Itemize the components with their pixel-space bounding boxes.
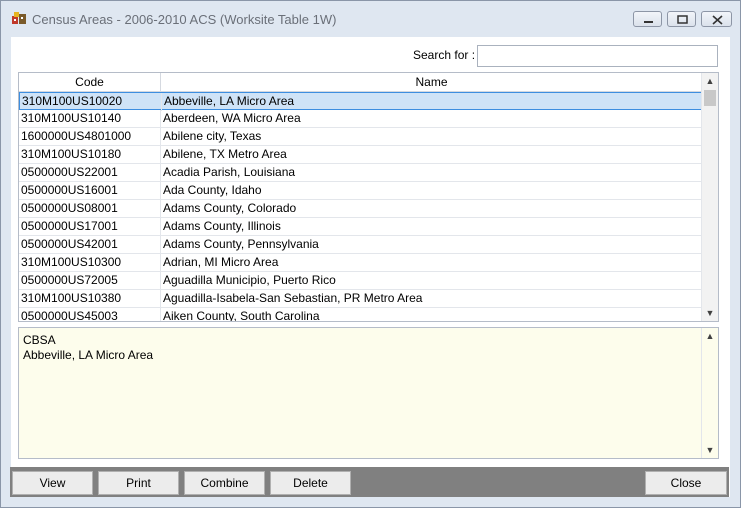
column-separator — [161, 93, 162, 111]
detail-type: CBSA — [23, 333, 56, 347]
code-cell: 310M100US10380 — [21, 291, 122, 305]
table-row[interactable]: 0500000US16001 Ada County, Idaho — [19, 182, 702, 200]
table-row[interactable]: 0500000US22001 Acadia Parish, Louisiana — [19, 164, 702, 182]
name-cell: Adams County, Illinois — [163, 219, 281, 233]
table-row[interactable]: 0500000US72005 Aguadilla Municipio, Puert… — [19, 272, 702, 290]
search-label: Search for : — [413, 48, 476, 62]
maximize-button[interactable] — [667, 11, 696, 27]
minimize-icon — [644, 21, 653, 23]
name-cell: Abbeville, LA Micro Area — [164, 94, 295, 108]
window-title: Census Areas - 2006-2010 ACS (Worksite T… — [32, 12, 337, 27]
column-header-name[interactable]: Name — [161, 73, 702, 91]
close-window-button[interactable] — [701, 11, 732, 27]
table-row[interactable]: 0500000US08001 Adams County, Colorado — [19, 200, 702, 218]
table-row[interactable]: 310M100US10020 Abbeville, LA Micro Area — [19, 92, 702, 111]
code-cell: 310M100US10140 — [21, 111, 122, 125]
column-header-code[interactable]: Code — [19, 73, 161, 91]
table-row[interactable]: 0500000US17001 Adams County, Illinois — [19, 218, 702, 236]
search-input[interactable] — [477, 45, 718, 67]
chevron-up-icon[interactable]: ▲ — [702, 329, 718, 343]
maximize-icon — [677, 15, 688, 24]
table-row[interactable]: 1600000US4801000 Abilene city, Texas — [19, 128, 702, 146]
code-cell: 310M100US10300 — [21, 255, 122, 269]
name-cell: Abilene city, Texas — [163, 129, 262, 143]
code-cell: 0500000US72005 — [21, 273, 118, 287]
code-cell: 0500000US17001 — [21, 219, 118, 233]
column-separator — [160, 164, 161, 182]
grid-scrollbar[interactable]: ▲ ▼ — [701, 73, 718, 321]
name-cell: Ada County, Idaho — [163, 183, 262, 197]
scroll-thumb[interactable] — [704, 90, 716, 106]
title-bar[interactable]: Census Areas - 2006-2010 ACS (Worksite T… — [1, 1, 740, 37]
view-button[interactable]: View — [12, 471, 93, 495]
name-cell: Aiken County, South Carolina — [163, 309, 320, 322]
detail-scrollbar[interactable]: ▲ ▼ — [701, 328, 718, 458]
name-cell: Adams County, Pennsylvania — [163, 237, 319, 251]
detail-text: CBSA Abbeville, LA Micro Area — [23, 333, 153, 363]
chevron-down-icon[interactable]: ▼ — [702, 443, 718, 457]
column-separator — [160, 110, 161, 128]
column-separator — [160, 182, 161, 200]
table-row[interactable]: 0500000US42001 Adams County, Pennsylvania — [19, 236, 702, 254]
name-cell: Adrian, MI Micro Area — [163, 255, 279, 269]
combine-button[interactable]: Combine — [184, 471, 265, 495]
code-cell: 310M100US10020 — [22, 94, 123, 108]
name-cell: Aguadilla-Isabela-San Sebastian, PR Metr… — [163, 291, 423, 305]
name-cell: Adams County, Colorado — [163, 201, 297, 215]
minimize-button[interactable] — [633, 11, 662, 27]
detail-panel[interactable]: CBSA Abbeville, LA Micro Area ▲ ▼ — [18, 327, 719, 459]
detail-name: Abbeville, LA Micro Area — [23, 348, 154, 362]
column-separator — [160, 290, 161, 308]
code-cell: 0500000US08001 — [21, 201, 118, 215]
code-cell: 0500000US16001 — [21, 183, 118, 197]
column-separator — [160, 272, 161, 290]
name-cell: Acadia Parish, Louisiana — [163, 165, 296, 179]
table-row[interactable]: 0500000US45003 Aiken County, South Caroli… — [19, 308, 702, 322]
column-separator — [160, 308, 161, 321]
table-row[interactable]: 310M100US10380 Aguadilla-Isabela-San Seba… — [19, 290, 702, 308]
grid-header: Code Name — [19, 73, 702, 92]
column-separator — [160, 128, 161, 146]
code-cell: 310M100US10180 — [21, 147, 122, 161]
delete-button[interactable]: Delete — [270, 471, 351, 495]
code-cell: 0500000US22001 — [21, 165, 118, 179]
column-separator — [160, 200, 161, 218]
column-separator — [160, 146, 161, 164]
table-row[interactable]: 310M100US10300 Adrian, MI Micro Area — [19, 254, 702, 272]
table-row[interactable]: 310M100US10140 Aberdeen, WA Micro Area — [19, 110, 702, 128]
column-separator — [160, 236, 161, 254]
code-cell: 0500000US42001 — [21, 237, 118, 251]
chevron-up-icon[interactable]: ▲ — [702, 74, 718, 88]
column-separator — [160, 218, 161, 236]
table-row[interactable]: 310M100US10180 Abilene, TX Metro Area — [19, 146, 702, 164]
areas-grid[interactable]: Code Name 310M100US10020 Abbeville, LA Mi… — [18, 72, 719, 322]
app-icon — [11, 11, 27, 25]
code-cell: 1600000US4801000 — [21, 129, 132, 143]
print-button[interactable]: Print — [98, 471, 179, 495]
close-button[interactable]: Close — [645, 471, 727, 495]
chevron-down-icon[interactable]: ▼ — [702, 306, 718, 320]
column-separator — [160, 254, 161, 272]
name-cell: Abilene, TX Metro Area — [163, 147, 287, 161]
name-cell: Aberdeen, WA Micro Area — [163, 111, 301, 125]
close-icon — [712, 15, 723, 25]
name-cell: Aguadilla Municipio, Puerto Rico — [163, 273, 336, 287]
code-cell: 0500000US45003 — [21, 309, 118, 322]
